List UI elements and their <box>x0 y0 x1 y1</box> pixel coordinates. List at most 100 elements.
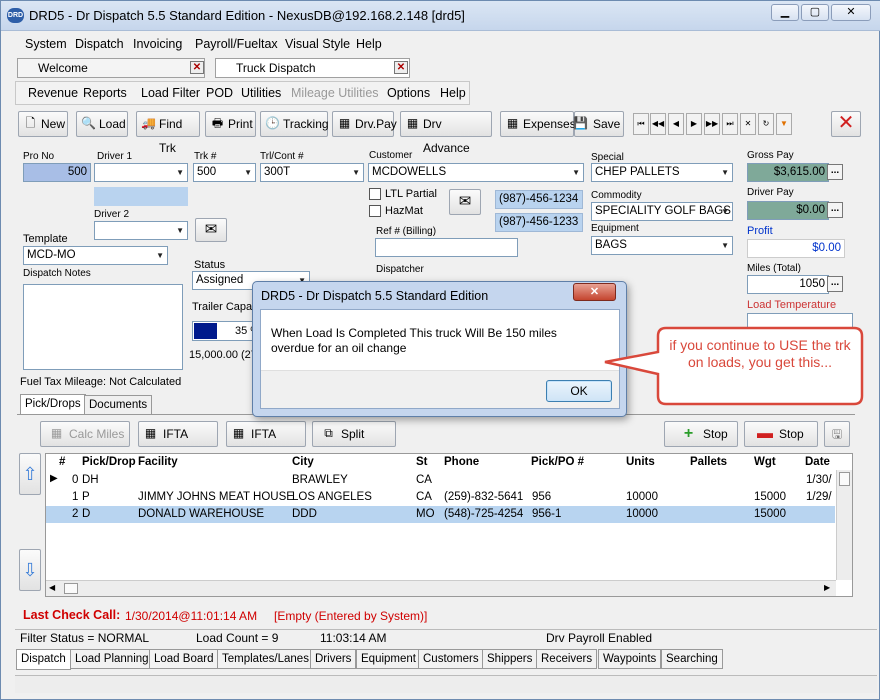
miles-total-field: 1050 <box>747 275 829 294</box>
tab-customers[interactable]: Customers <box>418 649 484 669</box>
submenu-pod[interactable]: POD <box>206 86 233 100</box>
tracking-button[interactable]: 🕒 Tracking <box>260 111 329 137</box>
menu-dispatch[interactable]: Dispatch <box>75 37 124 51</box>
drv-advance-button[interactable]: ▦ Drv Advance <box>400 111 492 155</box>
cell-po: 956-1 <box>532 508 562 520</box>
prior-record-icon[interactable]: ◀ <box>668 113 684 135</box>
calculator-icon: ▦ <box>50 426 63 440</box>
submenu-revenue[interactable]: Revenue <box>28 86 78 100</box>
trl-select[interactable]: 300T <box>260 163 364 182</box>
ifta-miles-button[interactable]: ▦IFTA Miles <box>138 421 218 465</box>
trk-select[interactable]: 500 <box>193 163 256 182</box>
hazmat-checkbox[interactable] <box>369 205 381 217</box>
dialog-close-button[interactable]: ✕ <box>573 283 616 301</box>
tab-waypoints[interactable]: Waypoints <box>598 649 662 669</box>
trailer-capacity-fill <box>194 323 218 339</box>
close-button[interactable]: ✕ <box>831 4 871 21</box>
save-icon: 💾 <box>573 116 588 130</box>
tab-truck-dispatch[interactable]: Truck Dispatch ✕ <box>215 58 410 78</box>
ltl-partial-checkbox[interactable] <box>369 188 381 200</box>
vertical-scrollbar[interactable] <box>836 470 852 580</box>
grid-save-icon[interactable]: 🖫 <box>824 421 850 447</box>
filter-icon[interactable]: ▼ <box>776 113 792 135</box>
title-bar: DRD DRD5 - Dr Dispatch 5.5 Standard Edit… <box>1 1 880 31</box>
miles-more-button[interactable]: ... <box>827 276 843 292</box>
close-tab-icon[interactable]: ✕ <box>394 61 408 74</box>
tab-shippers[interactable]: Shippers <box>482 649 538 669</box>
drv-pay-button[interactable]: ▦ Drv.Pay <box>332 111 397 137</box>
special-select[interactable]: CHEP PALLETS <box>591 163 733 182</box>
scroll-thumb[interactable] <box>64 583 78 594</box>
template-select[interactable]: MCD-MO <box>23 246 168 265</box>
customer-select[interactable]: MCDOWELLS <box>368 163 584 182</box>
commodity-select[interactable]: SPECIALITY GOLF BAGS <box>591 202 733 221</box>
tab-welcome[interactable]: Welcome ✕ <box>17 58 205 78</box>
email-driver-icon[interactable]: ✉ <box>195 218 227 242</box>
tab-equipment[interactable]: Equipment <box>356 649 421 669</box>
tab-pick-drops[interactable]: Pick/Drops <box>20 394 86 415</box>
profit-label[interactable]: Profit <box>747 225 773 237</box>
new-icon: 🗋 <box>25 116 36 130</box>
move-up-icon[interactable]: ⇧ <box>19 453 41 495</box>
col-date: Date <box>805 456 830 468</box>
gross-pay-more-button[interactable]: ... <box>827 164 843 180</box>
scroll-left-icon[interactable]: ◀ <box>49 583 55 592</box>
menu-visual-style[interactable]: Visual Style <box>285 37 350 51</box>
menu-invoicing[interactable]: Invoicing <box>133 37 182 51</box>
refresh-icon[interactable]: ↻ <box>758 113 774 135</box>
horizontal-scrollbar[interactable]: ◀ ▶ <box>46 580 836 596</box>
tab-templates-lanes[interactable]: Templates/Lanes <box>217 649 314 669</box>
menu-help[interactable]: Help <box>356 37 382 51</box>
load-button[interactable]: 🔍 Load <box>76 111 128 137</box>
print-button[interactable]: 🖶 Print <box>205 111 256 137</box>
submenu-reports[interactable]: Reports <box>83 86 127 100</box>
first-record-icon[interactable]: ⏮ <box>633 113 649 135</box>
driver2-select[interactable] <box>94 221 188 240</box>
remove-stop-button[interactable]: ▬ Stop <box>744 421 818 447</box>
printer-icon: 🖶 <box>211 116 224 130</box>
next-record-icon[interactable]: ▶ <box>686 113 702 135</box>
tab-documents[interactable]: Documents <box>84 395 153 415</box>
submenu-utilities[interactable]: Utilities <box>241 86 281 100</box>
tab-drivers[interactable]: Drivers <box>310 649 357 669</box>
dispatch-notes-field[interactable] <box>23 284 183 370</box>
save-button[interactable]: 💾 Save <box>573 111 624 137</box>
ifta-fuel-button[interactable]: ▦IFTA FUEL <box>226 421 306 465</box>
menu-payroll[interactable]: Payroll/Fueltax <box>195 37 278 51</box>
driver-pay-more-button[interactable]: ... <box>827 202 843 218</box>
close-dispatch-icon[interactable]: ✕ <box>831 111 861 137</box>
tab-load-planning[interactable]: Load Planning <box>70 649 154 669</box>
last-record-icon[interactable]: ⏭ <box>722 113 738 135</box>
add-stop-button[interactable]: + Stop <box>664 421 738 447</box>
cancel-edit-icon[interactable]: ✕ <box>740 113 756 135</box>
split-icon: ⧉ <box>324 426 333 440</box>
submenu-help[interactable]: Help <box>440 86 466 100</box>
prior-page-icon[interactable]: ◀◀ <box>650 113 666 135</box>
scroll-thumb[interactable] <box>839 472 850 486</box>
ltl-partial-label: LTL Partial <box>385 188 437 200</box>
new-button[interactable]: 🗋 New <box>18 111 68 137</box>
submenu-options[interactable]: Options <box>387 86 430 100</box>
ref-billing-field[interactable] <box>375 238 518 257</box>
tab-dispatch[interactable]: Dispatch <box>16 649 71 670</box>
tab-receivers[interactable]: Receivers <box>536 649 598 669</box>
equipment-select[interactable]: BAGS <box>591 236 733 255</box>
cell-units: 10000 <box>626 491 658 503</box>
tab-searching[interactable]: Searching <box>661 649 723 669</box>
email-customer-icon[interactable]: ✉ <box>449 189 481 215</box>
restore-button[interactable]: ▢ <box>801 4 829 21</box>
submenu-load-filter[interactable]: Load Filter <box>141 86 200 100</box>
expenses-button[interactable]: ▦ Expenses <box>500 111 576 137</box>
next-page-icon[interactable]: ▶▶ <box>704 113 720 135</box>
move-down-icon[interactable]: ⇩ <box>19 549 41 591</box>
scroll-right-icon[interactable]: ▶ <box>824 583 830 592</box>
find-trk-button[interactable]: 🚚 Find Trk <box>136 111 200 155</box>
split-load-button[interactable]: ⧉Split Load <box>312 421 396 465</box>
minimize-button[interactable]: ▁ <box>771 4 799 21</box>
tab-load-board[interactable]: Load Board <box>149 649 219 669</box>
menu-system[interactable]: System <box>25 37 67 51</box>
driver1-select[interactable] <box>94 163 188 182</box>
load-temperature-label[interactable]: Load Temperature <box>747 299 836 311</box>
pro-no-field[interactable]: 500 <box>23 163 91 182</box>
close-tab-icon[interactable]: ✕ <box>190 61 204 74</box>
